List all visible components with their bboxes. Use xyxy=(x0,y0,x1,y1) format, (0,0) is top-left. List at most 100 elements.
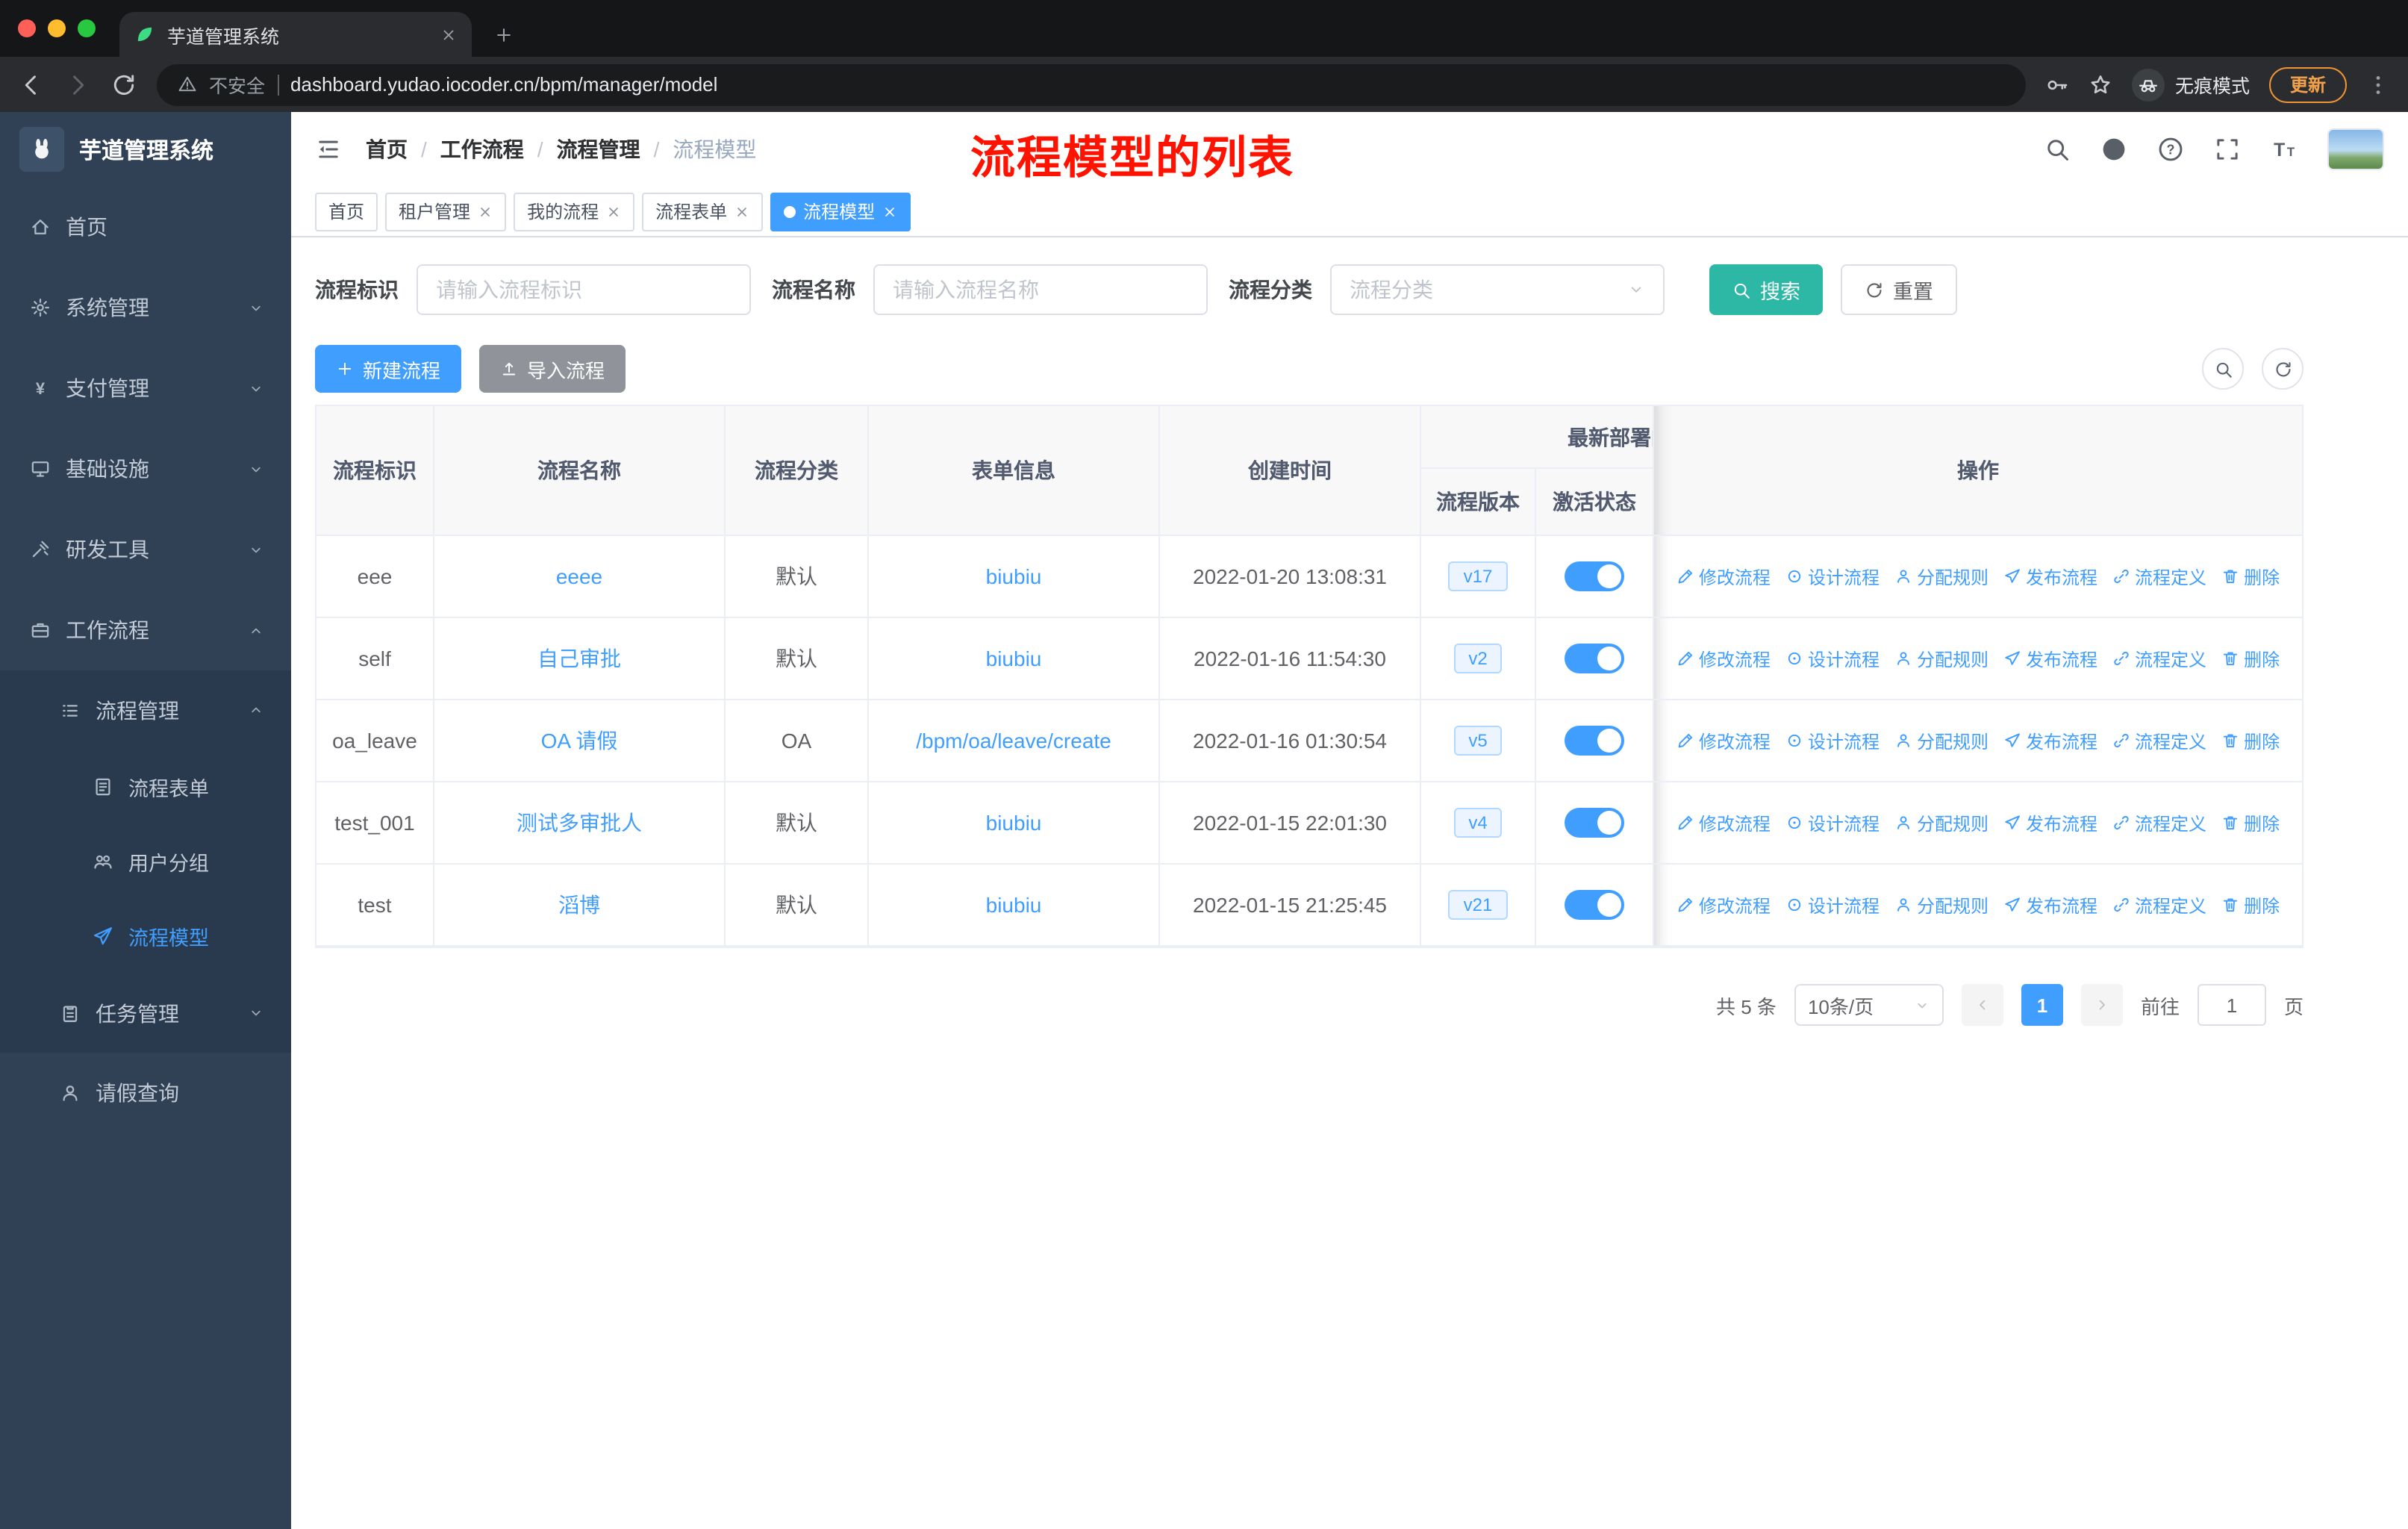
goto-page-input[interactable] xyxy=(2197,984,2266,1026)
version-badge[interactable]: v17 xyxy=(1448,561,1508,591)
browser-tab[interactable]: 芋道管理系统 xyxy=(119,12,472,57)
action-definition[interactable]: 流程定义 xyxy=(2112,646,2206,671)
sidebar-item[interactable]: 基础设施 xyxy=(0,429,291,509)
action-edit[interactable]: 修改流程 xyxy=(1676,810,1771,835)
action-publish[interactable]: 发布流程 xyxy=(2003,564,2097,589)
action-design[interactable]: 设计流程 xyxy=(1785,810,1880,835)
sidebar-item[interactable]: 流程模型 xyxy=(0,899,291,974)
action-edit[interactable]: 修改流程 xyxy=(1676,564,1771,589)
font-size-icon[interactable]: TT xyxy=(2271,136,2298,163)
active-toggle[interactable] xyxy=(1565,726,1624,756)
action-del[interactable]: 删除 xyxy=(2221,810,2280,835)
action-publish[interactable]: 发布流程 xyxy=(2003,728,2097,753)
import-process-button[interactable]: 导入流程 xyxy=(479,345,626,393)
form-link[interactable]: biubiu xyxy=(986,647,1042,670)
back-button[interactable] xyxy=(18,71,45,98)
search-icon[interactable] xyxy=(2044,136,2071,163)
filter-input-key[interactable] xyxy=(417,264,751,315)
action-del[interactable]: 删除 xyxy=(2221,728,2280,753)
create-process-button[interactable]: 新建流程 xyxy=(315,345,462,393)
action-del[interactable]: 删除 xyxy=(2221,892,2280,918)
action-definition[interactable]: 流程定义 xyxy=(2112,810,2206,835)
page-size-select[interactable]: 10条/页 xyxy=(1794,984,1944,1026)
sidebar-item[interactable]: 流程表单 xyxy=(0,750,291,824)
prev-page-button[interactable] xyxy=(1961,984,2003,1026)
sidebar-item[interactable]: 流程管理 xyxy=(0,670,291,750)
action-assign[interactable]: 分配规则 xyxy=(1894,564,1989,589)
process-name-link[interactable]: 自己审批 xyxy=(537,644,621,673)
show-search-button[interactable] xyxy=(2202,348,2244,390)
action-assign[interactable]: 分配规则 xyxy=(1894,728,1989,753)
version-badge[interactable]: v2 xyxy=(1453,644,1503,673)
bookmark-star-icon[interactable] xyxy=(2089,72,2112,96)
github-icon[interactable] xyxy=(2100,136,2127,163)
next-page-button[interactable] xyxy=(2080,984,2123,1026)
action-definition[interactable]: 流程定义 xyxy=(2112,564,2206,589)
page-number-button[interactable]: 1 xyxy=(2021,984,2063,1026)
refresh-table-button[interactable] xyxy=(2262,348,2303,390)
action-del[interactable]: 删除 xyxy=(2221,564,2280,589)
form-link[interactable]: /bpm/oa/leave/create xyxy=(916,729,1111,753)
tag-item[interactable]: 流程表单 xyxy=(642,192,764,231)
zoom-window-button[interactable] xyxy=(78,19,96,37)
version-badge[interactable]: v5 xyxy=(1453,726,1503,756)
sidebar-item[interactable]: 首页 xyxy=(0,187,291,267)
browser-menu-icon[interactable] xyxy=(2366,72,2390,96)
action-definition[interactable]: 流程定义 xyxy=(2112,728,2206,753)
breadcrumb-item[interactable]: 工作流程 xyxy=(440,134,524,164)
tab-close-icon[interactable] xyxy=(440,26,457,43)
tag-item[interactable]: 我的流程 xyxy=(514,192,635,231)
reset-button[interactable]: 重置 xyxy=(1841,264,1957,315)
tag-item[interactable]: 流程模型 xyxy=(770,192,911,231)
tag-item[interactable]: 首页 xyxy=(315,192,378,231)
sidebar-item[interactable]: ¥ 支付管理 xyxy=(0,348,291,429)
sidebar-item[interactable]: 请假查询 xyxy=(0,1053,291,1132)
breadcrumb-item[interactable]: 流程管理 xyxy=(557,134,640,164)
form-link[interactable]: biubiu xyxy=(986,893,1042,917)
action-publish[interactable]: 发布流程 xyxy=(2003,646,2097,671)
process-name-link[interactable]: 测试多审批人 xyxy=(517,808,642,838)
incognito-avatar[interactable] xyxy=(2131,68,2165,101)
tag-close-icon[interactable] xyxy=(606,204,621,219)
action-edit[interactable]: 修改流程 xyxy=(1676,892,1771,918)
active-toggle[interactable] xyxy=(1565,561,1624,591)
user-avatar[interactable] xyxy=(2327,128,2384,170)
tag-item[interactable]: 租户管理 xyxy=(385,192,507,231)
active-toggle[interactable] xyxy=(1565,890,1624,920)
tag-close-icon[interactable] xyxy=(478,204,493,219)
action-design[interactable]: 设计流程 xyxy=(1785,728,1880,753)
new-tab-button[interactable] xyxy=(484,15,523,54)
action-design[interactable]: 设计流程 xyxy=(1785,892,1880,918)
process-name-link[interactable]: OA 请假 xyxy=(541,726,618,756)
active-toggle[interactable] xyxy=(1565,644,1624,673)
form-link[interactable]: biubiu xyxy=(986,811,1042,835)
reload-button[interactable] xyxy=(110,71,137,98)
action-assign[interactable]: 分配规则 xyxy=(1894,892,1989,918)
action-assign[interactable]: 分配规则 xyxy=(1894,646,1989,671)
version-badge[interactable]: v21 xyxy=(1448,890,1508,920)
action-edit[interactable]: 修改流程 xyxy=(1676,646,1771,671)
key-icon[interactable] xyxy=(2045,72,2069,96)
form-link[interactable]: biubiu xyxy=(986,564,1042,588)
window-controls[interactable] xyxy=(18,0,96,57)
breadcrumb-item[interactable]: 首页 xyxy=(366,134,408,164)
fullscreen-icon[interactable] xyxy=(2214,136,2241,163)
sidebar-item[interactable]: 研发工具 xyxy=(0,509,291,590)
active-toggle[interactable] xyxy=(1565,808,1624,838)
filter-input-name[interactable] xyxy=(873,264,1208,315)
action-assign[interactable]: 分配规则 xyxy=(1894,810,1989,835)
tag-close-icon[interactable] xyxy=(882,204,897,219)
process-name-link[interactable]: 滔博 xyxy=(558,890,600,920)
help-icon[interactable]: ? xyxy=(2157,136,2184,163)
action-definition[interactable]: 流程定义 xyxy=(2112,892,2206,918)
sidebar-item[interactable]: 工作流程 xyxy=(0,590,291,670)
filter-select-category[interactable]: 流程分类 xyxy=(1330,264,1665,315)
url-bar[interactable]: 不安全 dashboard.yudao.iocoder.cn/bpm/manag… xyxy=(157,63,2026,105)
forward-button[interactable] xyxy=(64,71,91,98)
version-badge[interactable]: v4 xyxy=(1453,808,1503,838)
update-button[interactable]: 更新 xyxy=(2268,66,2347,102)
minimize-window-button[interactable] xyxy=(48,19,66,37)
action-publish[interactable]: 发布流程 xyxy=(2003,892,2097,918)
search-button[interactable]: 搜索 xyxy=(1709,264,1823,315)
sidebar-item[interactable]: 任务管理 xyxy=(0,974,291,1053)
